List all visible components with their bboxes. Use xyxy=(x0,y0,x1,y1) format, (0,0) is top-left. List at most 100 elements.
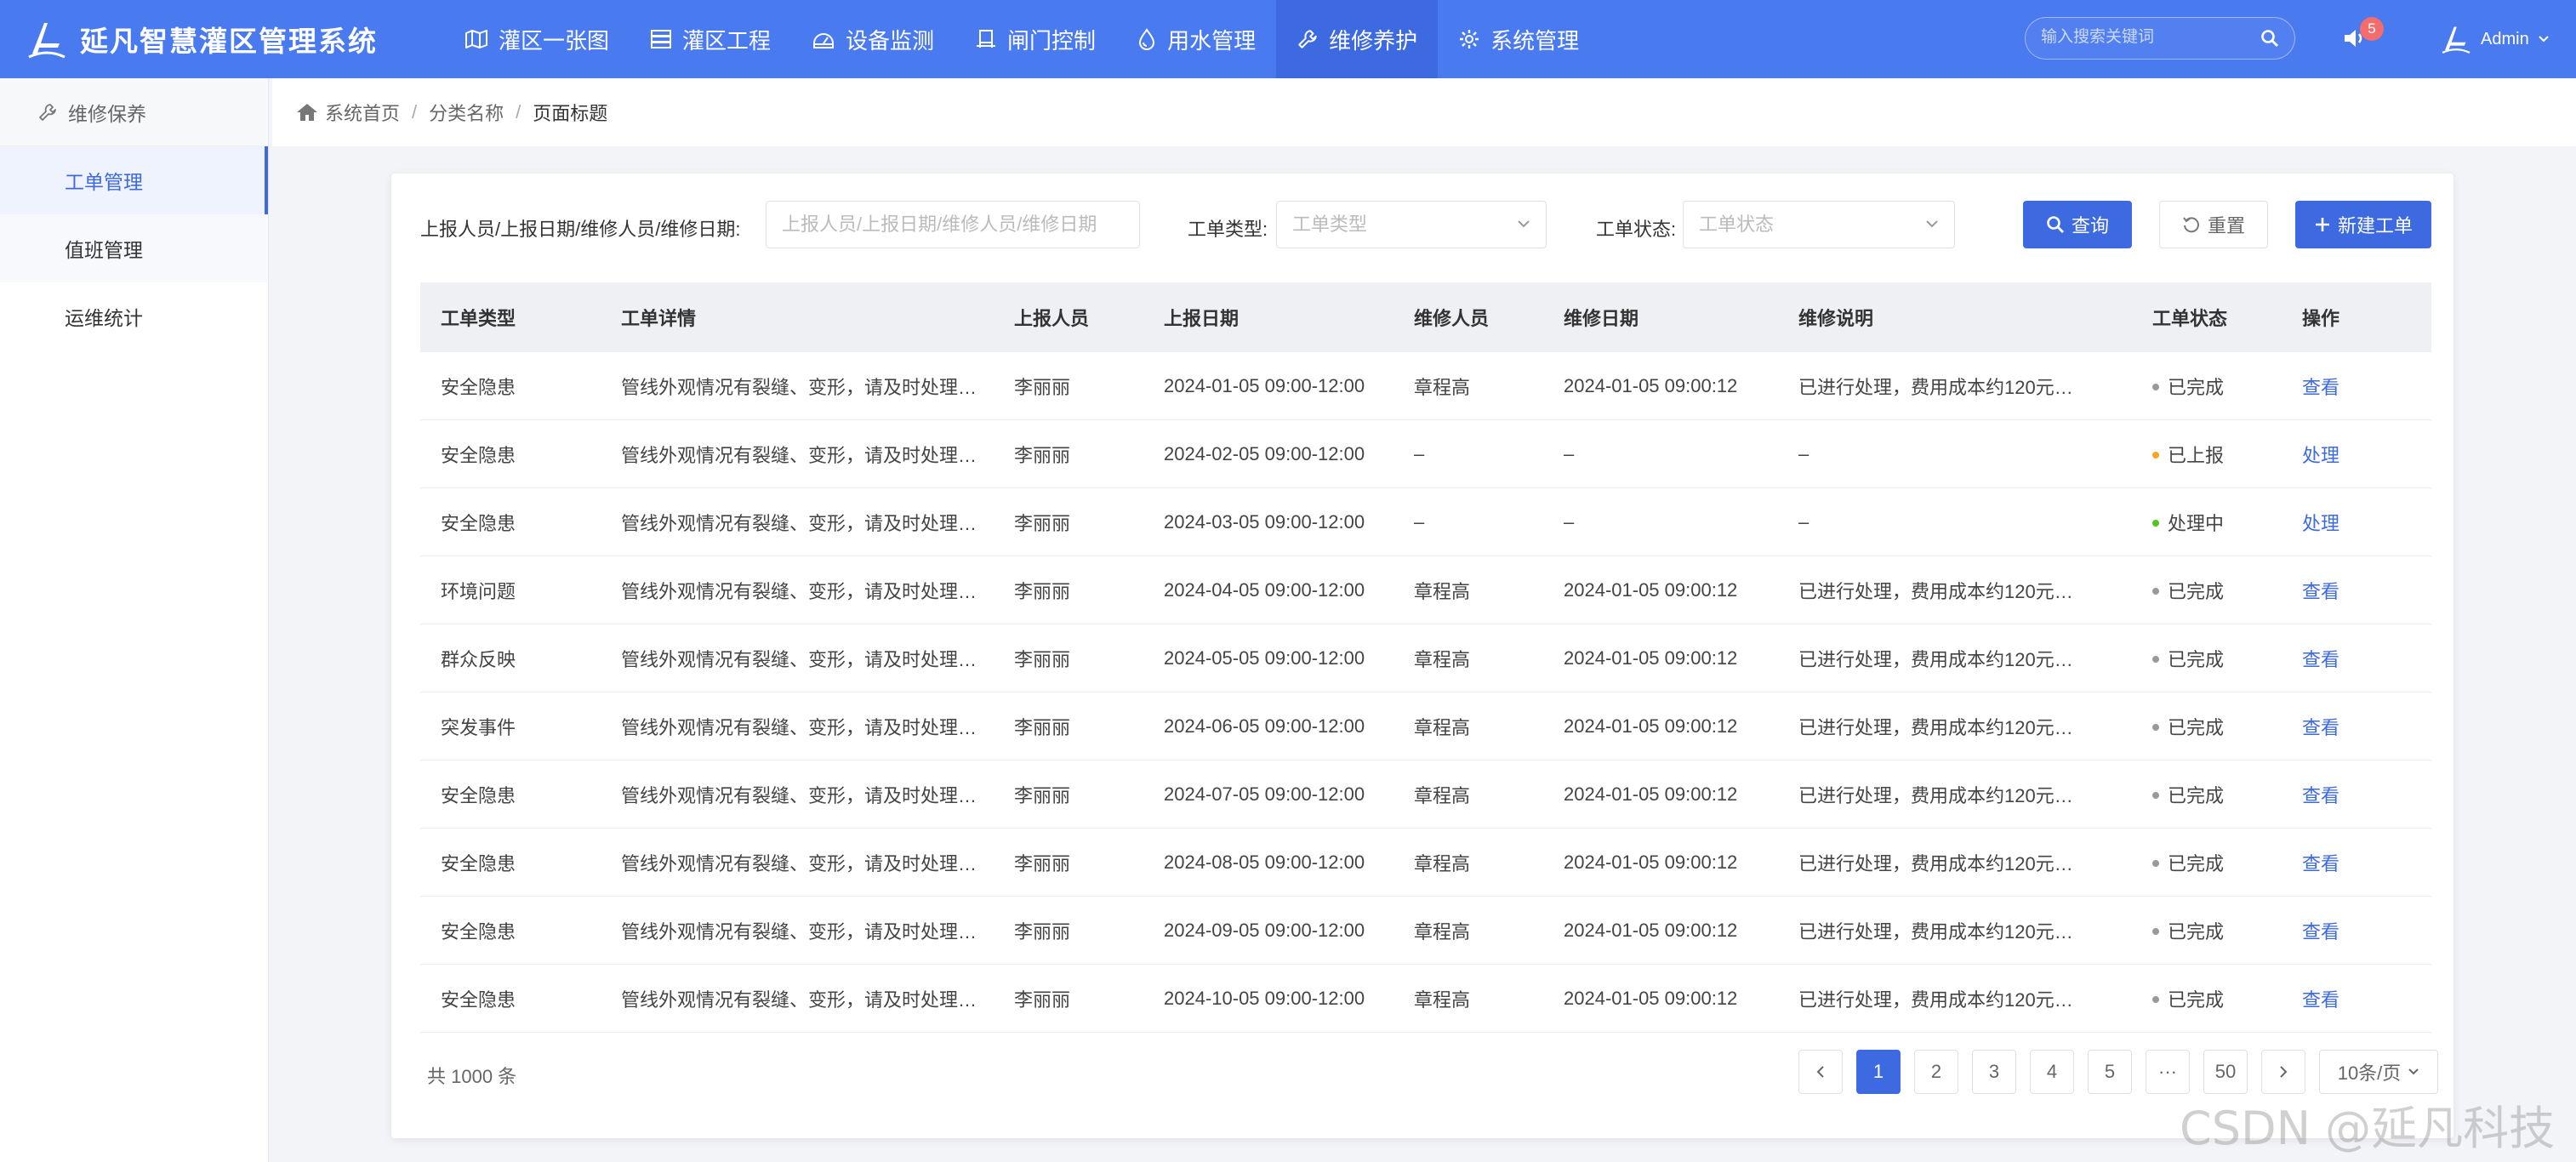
notification-button[interactable]: 5 xyxy=(2341,17,2384,54)
status-select[interactable]: 工单状态 xyxy=(1683,201,1955,248)
column-header: 上报人员 xyxy=(1014,308,1090,329)
sidebar-header[interactable]: 维修保养 xyxy=(0,78,268,146)
sidebar-item-1[interactable]: 值班管理 xyxy=(0,214,268,282)
action-link[interactable]: 查看 xyxy=(2282,373,2431,400)
action-link[interactable]: 查看 xyxy=(2282,917,2431,944)
action-link[interactable]: 查看 xyxy=(2282,577,2431,604)
nav-item-label: 系统管理 xyxy=(1490,27,1580,54)
page-button[interactable]: 2 xyxy=(1914,1050,1958,1094)
table-cell: 2024-01-05 09:00:12 xyxy=(1564,374,1738,396)
status-filter-label: 工单状态: xyxy=(1596,219,1677,240)
query-button-label: 查询 xyxy=(2071,215,2109,236)
page-button[interactable]: ··· xyxy=(2146,1050,2190,1094)
table-cell: 2024-01-05 09:00:12 xyxy=(1564,851,1738,873)
action-link[interactable]: 处理 xyxy=(2282,441,2431,468)
nav-item-2[interactable]: 设备监测 xyxy=(791,0,955,78)
type-select-placeholder: 工单类型 xyxy=(1292,214,1368,235)
breadcrumb-category[interactable]: 分类名称 xyxy=(429,99,504,126)
status-cell: 已完成 xyxy=(2132,985,2282,1012)
page-size-select[interactable]: 10条/页 xyxy=(2319,1050,2438,1094)
column-header: 维修人员 xyxy=(1414,308,1490,329)
table-cell: 2024-08-05 09:00-12:00 xyxy=(1164,851,1365,873)
new-order-button[interactable]: 新建工单 xyxy=(2295,201,2431,248)
page-button[interactable]: 4 xyxy=(2030,1050,2074,1094)
table-cell: 已进行处理，费用成本约120元… xyxy=(1798,784,2073,806)
nav-item-4[interactable]: 用水管理 xyxy=(1116,0,1276,78)
combined-filter-input[interactable]: 上报人员/上报日期/维修人员/维修日期 xyxy=(766,201,1140,248)
table-cell: 安全隐患 xyxy=(441,376,516,398)
nav-item-5[interactable]: 维修养护 xyxy=(1276,0,1439,78)
status-text: 已完成 xyxy=(2168,580,2225,602)
sidebar-item-0[interactable]: 工单管理 xyxy=(0,146,268,214)
nav-item-0[interactable]: 灌区一张图 xyxy=(444,0,630,78)
table-row: 安全隐患 管线外观情况有裂缝、变形，请及时处理… 李丽丽 2024-09-05 09:… xyxy=(420,897,2431,965)
pagination: 1 2 3 4 5 ··· 50 10条/页 xyxy=(1798,1050,2438,1094)
page-button[interactable]: 50 xyxy=(2203,1050,2248,1094)
type-select[interactable]: 工单类型 xyxy=(1276,201,1547,248)
total-count: 共 1000 条 xyxy=(427,1066,517,1087)
user-name: Admin xyxy=(2481,29,2529,48)
table-cell: 管线外观情况有裂缝、变形，请及时处理… xyxy=(621,988,977,1011)
next-page-button[interactable] xyxy=(2261,1050,2305,1094)
table-body: 安全隐患 管线外观情况有裂缝、变形，请及时处理… 李丽丽 2024-01-05 09:… xyxy=(420,352,2431,1033)
table-cell: 章程高 xyxy=(1414,784,1471,806)
action-link[interactable]: 查看 xyxy=(2282,713,2431,740)
reset-button[interactable]: 重置 xyxy=(2159,201,2268,248)
work-order-card: 上报人员/上报日期/维修人员/维修日期: 上报人员/上报日期/维修人员/维修日期… xyxy=(391,174,2453,1138)
table-cell: 已进行处理，费用成本约120元… xyxy=(1798,716,2073,738)
nav-item-label: 灌区一张图 xyxy=(499,27,610,54)
nav-item-1[interactable]: 灌区工程 xyxy=(630,0,791,78)
nav-item-3[interactable]: 闸门控制 xyxy=(955,0,1116,78)
prev-page-button[interactable] xyxy=(1798,1050,1843,1094)
table-row: 环境问题 管线外观情况有裂缝、变形，请及时处理… 李丽丽 2024-04-05 09:… xyxy=(420,556,2431,624)
status-dot xyxy=(2152,859,2159,867)
page-button[interactable]: 3 xyxy=(1972,1050,2016,1094)
action-link[interactable]: 处理 xyxy=(2282,509,2431,536)
user-menu[interactable]: Admin xyxy=(2440,0,2558,78)
table-cell: 李丽丽 xyxy=(1014,376,1071,398)
search-box[interactable] xyxy=(2025,17,2295,60)
page-button[interactable]: 1 xyxy=(1856,1050,1901,1094)
table-cell: 已进行处理，费用成本约120元… xyxy=(1798,376,2073,398)
action-link[interactable]: 查看 xyxy=(2282,849,2431,876)
type-filter-label: 工单类型: xyxy=(1188,219,1268,240)
table-row: 安全隐患 管线外观情况有裂缝、变形，请及时处理… 李丽丽 2024-02-05 09:… xyxy=(420,420,2431,488)
table-cell: 2024-01-05 09:00-12:00 xyxy=(1164,374,1365,396)
search-icon[interactable] xyxy=(2260,29,2279,48)
table-cell: 2024-01-05 09:00:12 xyxy=(1564,715,1738,737)
table-cell: 安全隐患 xyxy=(441,920,516,943)
action-link[interactable]: 查看 xyxy=(2282,645,2431,672)
action-link[interactable]: 查看 xyxy=(2282,985,2431,1012)
brand[interactable]: 延凡智慧灌区管理系统 xyxy=(26,0,378,78)
top-navbar: 延凡智慧灌区管理系统 灌区一张图 灌区工程 设备监测 闸门控制 用水管理 维修养护 系统管理… xyxy=(0,0,2576,78)
table-cell: 章程高 xyxy=(1414,852,1471,874)
table-cell: 管线外观情况有裂缝、变形，请及时处理… xyxy=(621,716,977,738)
logo-icon xyxy=(28,23,66,59)
table-row: 安全隐患 管线外观情况有裂缝、变形，请及时处理… 李丽丽 2024-08-05 09:… xyxy=(420,829,2431,897)
breadcrumb-home[interactable]: 系统首页 xyxy=(325,99,400,126)
search-input[interactable] xyxy=(2041,28,2254,47)
page-size-label: 10条/页 xyxy=(2337,1062,2402,1084)
status-text: 已完成 xyxy=(2168,988,2225,1011)
status-text: 已完成 xyxy=(2168,716,2225,738)
page-button[interactable]: 5 xyxy=(2088,1050,2132,1094)
table-cell: 李丽丽 xyxy=(1014,444,1071,466)
table-row: 安全隐患 管线外观情况有裂缝、变形，请及时处理… 李丽丽 2024-03-05 09:… xyxy=(420,488,2431,556)
breadcrumb-separator: / xyxy=(412,101,418,122)
plus-icon xyxy=(2315,218,2329,231)
status-cell: 已完成 xyxy=(2132,849,2282,876)
status-cell: 已上报 xyxy=(2132,441,2282,468)
sidebar-item-2[interactable]: 运维统计 xyxy=(0,282,268,350)
action-link[interactable]: 查看 xyxy=(2282,781,2431,808)
table-cell: 安全隐患 xyxy=(441,784,516,806)
table-cell: 管线外观情况有裂缝、变形，请及时处理… xyxy=(621,580,977,602)
table-cell: 章程高 xyxy=(1414,716,1471,738)
table-cell: 已进行处理，费用成本约120元… xyxy=(1798,852,2073,874)
water-drop-icon xyxy=(1137,28,1167,50)
query-button[interactable]: 查询 xyxy=(2023,201,2132,248)
work-order-table: 工单类型 工单详情 上报人员 上报日期 维修人员 维修日期 维修说明 工单状态 操作 安全隐患管… xyxy=(420,282,2431,1033)
table-cell: 已进行处理，费用成本约120元… xyxy=(1798,920,2073,943)
nav-item-6[interactable]: 系统管理 xyxy=(1438,0,1599,78)
table-cell: 章程高 xyxy=(1414,580,1471,602)
nav-item-label: 用水管理 xyxy=(1167,27,1257,54)
